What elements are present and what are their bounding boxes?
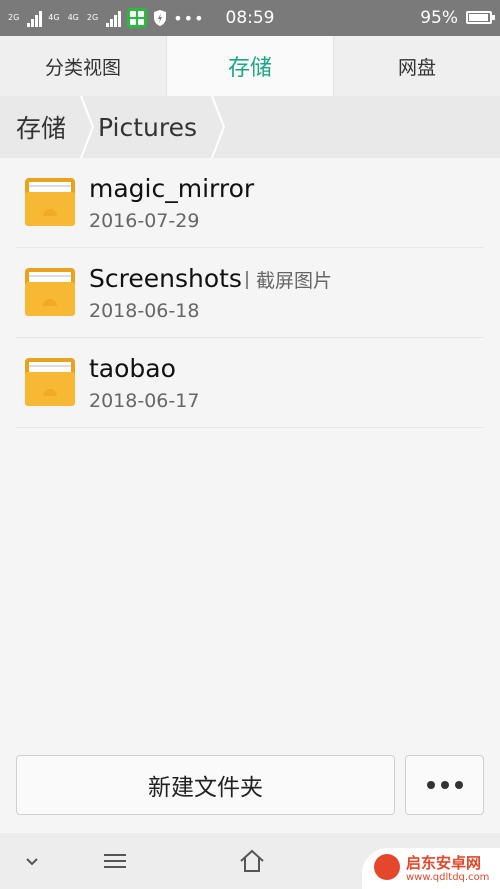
more-dot-icon bbox=[426, 781, 435, 789]
file-date: 2018-06-18 bbox=[89, 300, 200, 322]
tab-category-view[interactable]: 分类视图 bbox=[0, 36, 166, 96]
watermark-url: www.qdltdq.com bbox=[406, 872, 490, 883]
battery-fill bbox=[469, 14, 488, 21]
file-name-text: magic_mirror bbox=[89, 174, 255, 203]
watermark: 启东安卓网 www.qdltdq.com bbox=[362, 848, 500, 889]
folder-tag: 截屏图片 bbox=[246, 270, 332, 292]
file-name: Screenshots 截屏图片 bbox=[89, 264, 332, 293]
more-dot-icon bbox=[454, 781, 463, 789]
file-name: magic_mirror bbox=[89, 174, 254, 203]
battery-percent: 95% bbox=[420, 8, 458, 28]
breadcrumb: 存储 Pictures bbox=[0, 96, 500, 158]
file-name-text: Screenshots bbox=[89, 264, 242, 293]
breadcrumb-storage[interactable]: 存储 bbox=[0, 96, 80, 158]
tab-storage[interactable]: 存储 bbox=[166, 36, 334, 96]
more-options-button[interactable] bbox=[405, 755, 484, 815]
file-name: taobao bbox=[89, 354, 176, 383]
tab-bar: 分类视图 存储 网盘 bbox=[0, 36, 500, 96]
list-item[interactable]: magic_mirror 2016-07-29 bbox=[16, 158, 484, 248]
file-name-text: taobao bbox=[89, 354, 176, 383]
file-date: 2016-07-29 bbox=[89, 210, 200, 232]
breadcrumb-separator-icon bbox=[80, 96, 95, 158]
folder-icon bbox=[25, 178, 75, 226]
file-list: magic_mirror 2016-07-29 Screenshots 截屏图片 … bbox=[16, 158, 484, 428]
list-item[interactable]: Screenshots 截屏图片 2018-06-18 bbox=[16, 248, 484, 338]
status-bar: 2G 4G 4G 2G ••• 08:59 95% bbox=[0, 0, 500, 36]
list-item[interactable]: taobao 2018-06-17 bbox=[16, 338, 484, 428]
watermark-logo-icon bbox=[374, 854, 400, 880]
new-folder-button[interactable]: 新建文件夹 bbox=[16, 755, 395, 815]
watermark-title: 启东安卓网 bbox=[406, 854, 482, 872]
tab-cloud-drive[interactable]: 网盘 bbox=[334, 36, 500, 96]
battery-icon bbox=[466, 11, 495, 24]
folder-icon bbox=[25, 268, 75, 316]
home-icon[interactable] bbox=[238, 847, 266, 875]
more-dot-icon bbox=[440, 781, 449, 789]
chevron-down-icon[interactable] bbox=[18, 847, 46, 875]
breadcrumb-pictures[interactable]: Pictures bbox=[94, 96, 211, 158]
menu-icon[interactable] bbox=[101, 847, 129, 875]
file-date: 2018-06-17 bbox=[89, 390, 200, 412]
folder-icon bbox=[25, 358, 75, 406]
breadcrumb-separator-icon bbox=[211, 96, 226, 158]
